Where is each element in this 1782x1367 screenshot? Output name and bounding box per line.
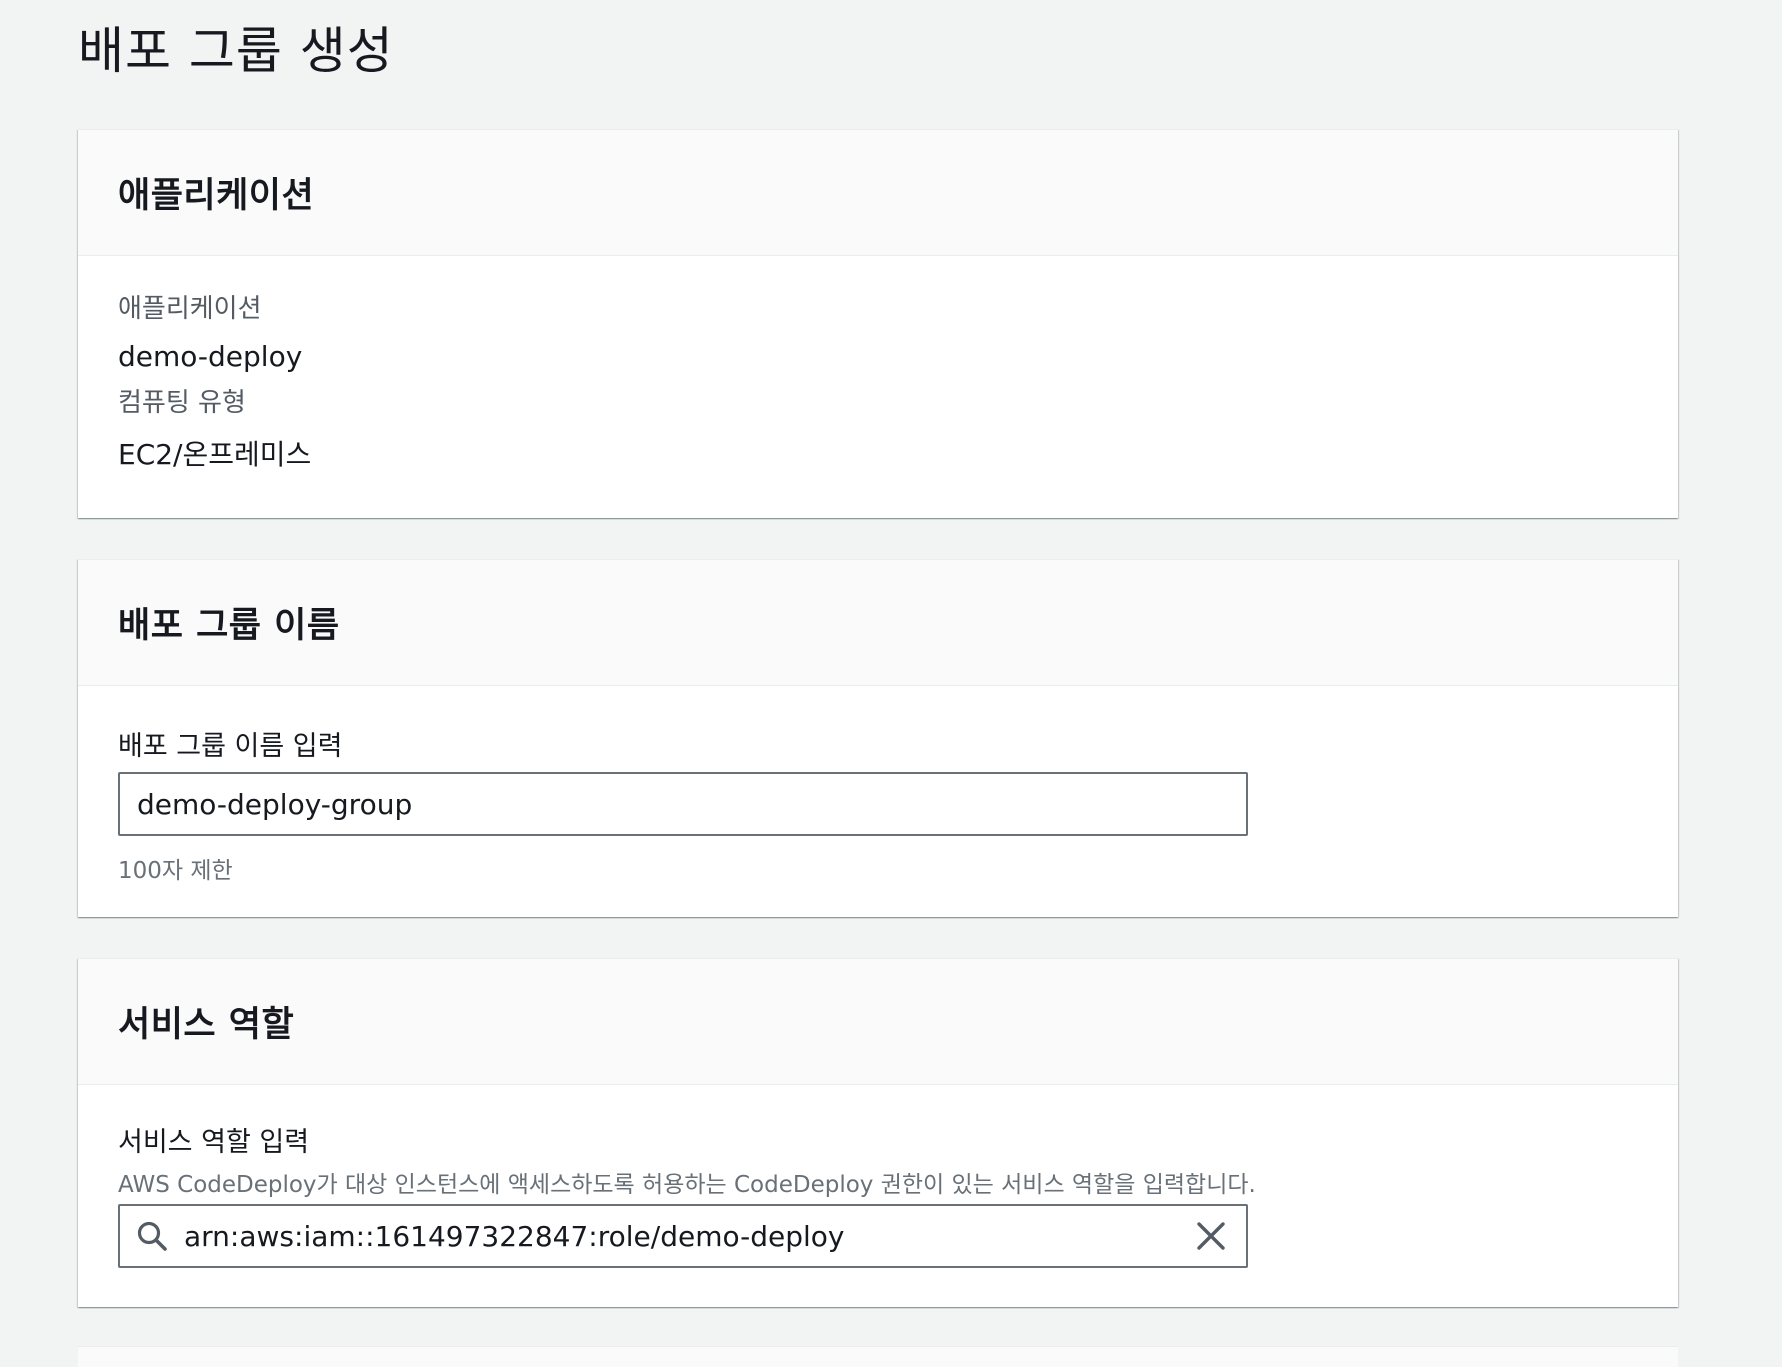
deployment-group-name-panel-body: 배포 그룹 이름 입력 100자 제한 bbox=[78, 686, 1678, 917]
close-icon[interactable] bbox=[1176, 1206, 1246, 1266]
deployment-group-name-panel-header: 배포 그룹 이름 bbox=[78, 560, 1678, 686]
service-role-panel: 서비스 역할 서비스 역할 입력 AWS CodeDeploy가 대상 인스턴스… bbox=[78, 958, 1678, 1307]
deployment-group-name-field[interactable] bbox=[118, 772, 1248, 836]
service-role-panel-header: 서비스 역할 bbox=[78, 959, 1678, 1085]
deployment-group-name-panel-title: 배포 그룹 이름 bbox=[118, 606, 340, 646]
deployment-group-name-hint: 100자 제한 bbox=[118, 858, 233, 884]
service-role-panel-title: 서비스 역할 bbox=[118, 1005, 295, 1045]
compute-type-value: EC2/온프레미스 bbox=[118, 438, 312, 471]
application-panel-header: 애플리케이션 bbox=[78, 130, 1678, 256]
deployment-group-name-input[interactable] bbox=[137, 787, 1246, 821]
application-panel: 애플리케이션 애플리케이션 demo-deploy 컴퓨팅 유형 EC2/온프레… bbox=[78, 129, 1678, 518]
page-title: 배포 그룹 생성 bbox=[78, 22, 394, 80]
application-panel-title: 애플리케이션 bbox=[118, 176, 315, 216]
service-role-search-field[interactable] bbox=[118, 1204, 1248, 1268]
service-role-input[interactable] bbox=[184, 1219, 1176, 1253]
service-role-description: AWS CodeDeploy가 대상 인스턴스에 액세스하도록 허용하는 Cod… bbox=[118, 1172, 1256, 1198]
next-panel-edge bbox=[78, 1346, 1678, 1367]
application-value: demo-deploy bbox=[118, 340, 303, 373]
deployment-group-name-label: 배포 그룹 이름 입력 bbox=[118, 731, 343, 762]
compute-type-label: 컴퓨팅 유형 bbox=[118, 388, 246, 418]
search-icon bbox=[120, 1206, 184, 1266]
deployment-group-name-panel: 배포 그룹 이름 배포 그룹 이름 입력 100자 제한 bbox=[78, 559, 1678, 917]
application-label: 애플리케이션 bbox=[118, 294, 262, 324]
service-role-label: 서비스 역할 입력 bbox=[118, 1127, 310, 1158]
service-role-panel-body: 서비스 역할 입력 AWS CodeDeploy가 대상 인스턴스에 액세스하도… bbox=[78, 1085, 1678, 1307]
application-panel-body: 애플리케이션 demo-deploy 컴퓨팅 유형 EC2/온프레미스 bbox=[78, 256, 1678, 518]
